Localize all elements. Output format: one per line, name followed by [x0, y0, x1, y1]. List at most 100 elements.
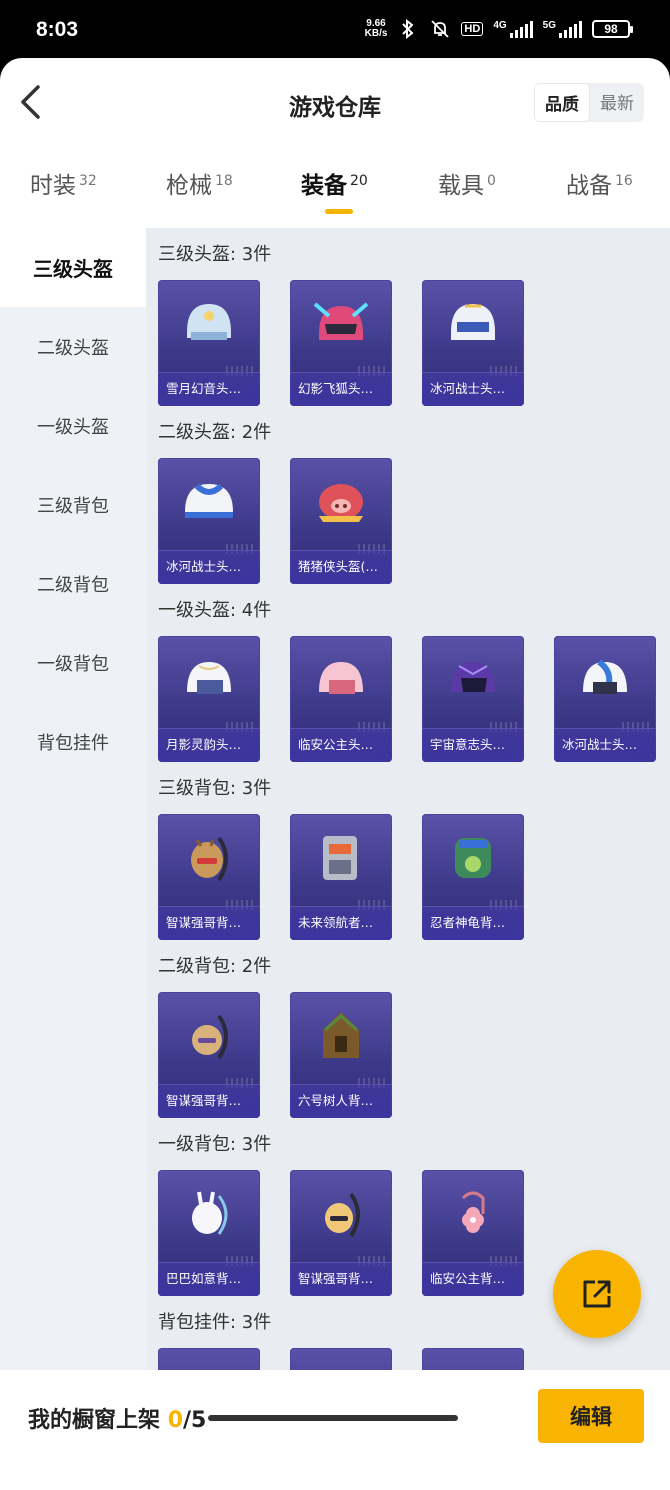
helmet-icon	[187, 304, 231, 340]
item-card[interactable]: 冰河战士头…	[158, 458, 260, 584]
item-name: 幻影飞狐头…	[290, 372, 392, 406]
item-name: 忍者神龟背…	[422, 906, 524, 940]
item-card[interactable]: 幻影飞狐头…	[290, 280, 392, 406]
signal-5g-icon: 5G	[543, 20, 582, 38]
helmet-icon	[319, 662, 363, 694]
item-name: 冰河战士头…	[422, 372, 524, 406]
section-title: 三级背包: 3件	[158, 778, 272, 799]
item-card[interactable]: 智谋强哥背…	[290, 1170, 392, 1296]
item-card[interactable]: 忍者神龟背…	[422, 814, 524, 940]
sidebar-item-lvl2-helmet[interactable]: 二级头盔	[0, 307, 146, 386]
item-card[interactable]: 巴巴如意背…	[158, 1170, 260, 1296]
section-title: 二级背包: 2件	[158, 956, 272, 977]
hd-badge: HD	[461, 22, 484, 36]
item-name: 智谋强哥背…	[158, 1084, 260, 1118]
helmet-icon	[313, 302, 369, 340]
item-card[interactable]: 智谋强哥背…	[158, 992, 260, 1118]
section-lvl1-helmet: 一级头盔: 4件 月影灵韵头… 临安公主头… 宇宙意志头… 冰河战士头…	[146, 584, 670, 762]
item-card[interactable]: 六号树人背…	[290, 992, 392, 1118]
item-name: 宇宙意志头…	[422, 728, 524, 762]
item-name: 猪猪侠头盔(…	[290, 550, 392, 584]
share-icon	[583, 1280, 611, 1308]
item-card[interactable]: 临安公主背…	[422, 1170, 524, 1296]
item-list: 三级头盔: 3件 雪月幻音头… 幻影飞狐头… 冰河战士头… 二级头盔: 2件 冰…	[146, 228, 670, 1378]
backpack-icon	[192, 1191, 228, 1235]
tab-supplies[interactable]: 战备 16	[566, 166, 633, 200]
edit-button[interactable]: 编辑	[538, 1389, 644, 1443]
showcase-total: /5	[183, 1408, 207, 1433]
clock: 8:03	[36, 18, 79, 41]
item-name: 冰河战士头…	[554, 728, 656, 762]
helmet-icon	[451, 304, 495, 340]
item-card[interactable]: 冰河战士头…	[554, 636, 656, 762]
item-card[interactable]: 猪猪侠头盔(…	[290, 458, 392, 584]
tab-equipment[interactable]: 装备 20	[301, 166, 368, 214]
item-card[interactable]: 冰河战士头…	[422, 280, 524, 406]
sidebar-item-lvl3-backpack[interactable]: 三级背包	[0, 465, 146, 544]
active-tab-indicator	[325, 209, 353, 214]
tab-guns[interactable]: 枪械 18	[166, 166, 233, 200]
bluetooth-icon	[397, 18, 419, 40]
helmet-icon	[451, 662, 495, 692]
section-lvl3-helmet: 三级头盔: 3件 雪月幻音头… 幻影飞狐头… 冰河战士头…	[146, 228, 670, 406]
section-lvl2-helmet: 二级头盔: 2件 冰河战士头… 猪猪侠头盔(…	[146, 406, 670, 584]
share-button[interactable]	[553, 1250, 641, 1338]
item-name: 六号树人背…	[290, 1084, 392, 1118]
item-name: 未来领航者…	[290, 906, 392, 940]
home-indicator[interactable]	[208, 1415, 458, 1421]
mute-bell-icon	[429, 18, 451, 40]
helmet-icon	[319, 484, 363, 522]
app-window: 游戏仓库 品质 最新 时装 32 枪械 18 装备 20 载具 0 战备 16 三级头盔 …	[0, 58, 670, 1490]
item-name: 冰河战士头…	[158, 550, 260, 584]
section-title: 三级头盔: 3件	[158, 244, 272, 265]
status-bar: 8:03 9.66 KB/s HD 4G 5G 98	[0, 0, 670, 58]
sidebar-item-lvl3-helmet[interactable]: 三级头盔	[0, 228, 146, 307]
backpack-icon	[461, 1191, 485, 1233]
backpack-icon	[325, 1192, 360, 1238]
category-tabs: 时装 32 枪械 18 装备 20 载具 0 战备 16	[0, 166, 670, 226]
backpack-icon	[323, 836, 357, 880]
item-name: 雪月幻音头…	[158, 372, 260, 406]
item-card[interactable]: 智谋强哥背…	[158, 814, 260, 940]
item-name: 临安公主背…	[422, 1262, 524, 1296]
item-name: 月影灵韵头…	[158, 728, 260, 762]
header: 游戏仓库 品质 最新	[0, 58, 670, 148]
helmet-icon	[583, 659, 627, 694]
item-card[interactable]: 月影灵韵头…	[158, 636, 260, 762]
battery-icon: 98	[592, 20, 633, 38]
section-title: 一级背包: 3件	[158, 1134, 272, 1155]
item-card[interactable]: 宇宙意志头…	[422, 636, 524, 762]
sort-latest-button[interactable]: 最新	[590, 83, 644, 122]
sidebar-item-lvl2-backpack[interactable]: 二级背包	[0, 544, 146, 623]
showcase-label: 我的橱窗上架 0/5	[28, 1408, 207, 1433]
item-card[interactable]: 雪月幻音头…	[158, 280, 260, 406]
net-speed: 9.66 KB/s	[364, 18, 388, 39]
section-lvl3-backpack: 三级背包: 3件 智谋强哥背… 未来领航者… 忍者神龟背…	[146, 762, 670, 940]
item-name: 智谋强哥背…	[158, 906, 260, 940]
section-title: 一级头盔: 4件	[158, 600, 272, 621]
status-icons: 9.66 KB/s HD 4G 5G 98	[364, 18, 633, 40]
tab-vehicles[interactable]: 载具 0	[438, 166, 496, 200]
bottom-bar: 我的橱窗上架 0/5 编辑	[0, 1370, 670, 1490]
helmet-icon	[185, 483, 233, 518]
backpack-icon	[191, 836, 228, 882]
section-title: 二级头盔: 2件	[158, 422, 272, 443]
sidebar: 三级头盔 二级头盔 一级头盔 三级背包 二级背包 一级背包 背包挂件	[0, 228, 146, 1378]
sort-toggle: 品质 最新	[534, 83, 644, 122]
backpack-icon	[192, 1014, 228, 1060]
sort-quality-button[interactable]: 品质	[534, 83, 590, 122]
sidebar-item-lvl1-helmet[interactable]: 一级头盔	[0, 386, 146, 465]
section-lvl2-backpack: 二级背包: 2件 智谋强哥背… 六号树人背…	[146, 940, 670, 1118]
sidebar-item-lvl1-backpack[interactable]: 一级背包	[0, 623, 146, 702]
item-name: 巴巴如意背…	[158, 1262, 260, 1296]
sidebar-item-backpack-charm[interactable]: 背包挂件	[0, 702, 146, 781]
item-card[interactable]: 临安公主头…	[290, 636, 392, 762]
tab-fashion[interactable]: 时装 32	[30, 166, 97, 200]
helmet-icon	[187, 662, 231, 694]
backpack-icon	[323, 1012, 359, 1058]
backpack-icon	[455, 838, 491, 878]
item-card[interactable]: 未来领航者…	[290, 814, 392, 940]
signal-4g-icon: 4G	[493, 20, 533, 38]
item-name: 智谋强哥背…	[290, 1262, 392, 1296]
item-name: 临安公主头…	[290, 728, 392, 762]
